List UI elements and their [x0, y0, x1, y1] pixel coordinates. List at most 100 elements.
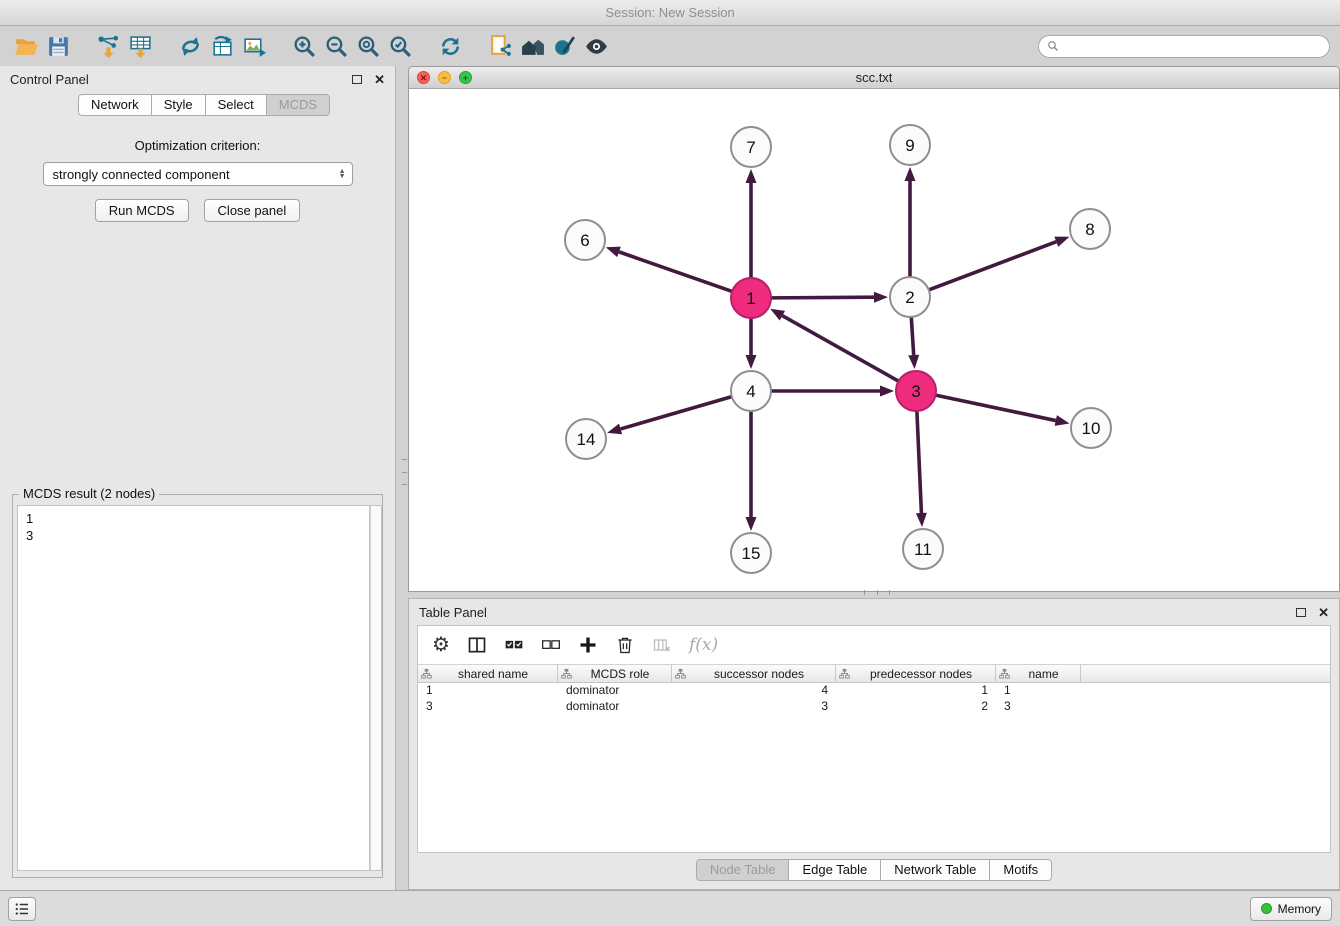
search-input[interactable]	[1064, 39, 1321, 53]
table-row[interactable]: 1dominator411	[418, 683, 1330, 699]
table-column-header[interactable]: predecessor nodes	[836, 665, 996, 682]
tab-edge-table[interactable]: Edge Table	[789, 859, 881, 881]
graph-edge-arrowhead	[908, 355, 919, 369]
show-hide-icon[interactable]	[580, 30, 612, 62]
delete-row-icon[interactable]	[615, 635, 635, 655]
network-window-titlebar[interactable]: ✕ − + scc.txt	[409, 67, 1339, 89]
graph-edge[interactable]	[929, 242, 1057, 290]
minimize-window-icon[interactable]: −	[438, 71, 451, 84]
search-field[interactable]	[1038, 35, 1330, 58]
import-table-icon[interactable]	[124, 30, 156, 62]
control-panel-tabs: Network Style Select MCDS	[78, 94, 395, 116]
split-column-icon[interactable]	[467, 635, 487, 655]
table-cell[interactable]: 2	[836, 699, 996, 715]
dropdown-selected-value: strongly connected component	[53, 167, 339, 182]
vertical-splitter[interactable]	[402, 459, 407, 485]
zoom-out-icon[interactable]	[320, 30, 352, 62]
table-cell[interactable]: 3	[672, 699, 836, 715]
close-window-icon[interactable]: ✕	[417, 71, 430, 84]
close-table-panel-icon[interactable]: ✕	[1318, 606, 1329, 619]
float-panel-icon[interactable]	[352, 75, 362, 84]
graph-edge[interactable]	[917, 411, 922, 513]
table-cell[interactable]: dominator	[558, 683, 672, 699]
delete-column-icon[interactable]	[652, 635, 672, 655]
table-row[interactable]: 3dominator323	[418, 699, 1330, 715]
refresh-layout-icon[interactable]	[434, 30, 466, 62]
table-column-header[interactable]: shared name	[418, 665, 558, 682]
zoom-selected-icon[interactable]	[384, 30, 416, 62]
zoom-fit-icon[interactable]	[352, 30, 384, 62]
memory-button[interactable]: Memory	[1250, 897, 1332, 921]
save-session-icon[interactable]	[42, 30, 74, 62]
graph-edge[interactable]	[621, 397, 732, 429]
graph-edge-arrowhead	[905, 167, 916, 181]
table-cell[interactable]: 3	[996, 699, 1081, 715]
graph-edge[interactable]	[782, 316, 898, 382]
tab-motifs[interactable]: Motifs	[990, 859, 1052, 881]
graph-edge-arrowhead	[880, 386, 894, 397]
table-column-header[interactable]: name	[996, 665, 1081, 682]
open-file-icon[interactable]	[10, 30, 42, 62]
maximize-window-icon[interactable]: +	[459, 71, 472, 84]
clone-network-icon[interactable]	[484, 30, 516, 62]
network-table-icon[interactable]	[206, 30, 238, 62]
select-all-icon[interactable]	[504, 635, 524, 655]
graph-edge-arrowhead	[606, 247, 621, 257]
graph-node-label: 7	[746, 138, 755, 157]
graph-node-label: 14	[577, 430, 596, 449]
sort-column-icon	[561, 668, 572, 679]
table-cell[interactable]: 1	[996, 683, 1081, 699]
result-scrollbar[interactable]	[370, 505, 382, 871]
close-panel-icon[interactable]: ✕	[374, 73, 385, 86]
network-graph[interactable]: 7968124314101511	[409, 89, 1339, 591]
tab-style[interactable]: Style	[152, 94, 206, 116]
zoom-in-icon[interactable]	[288, 30, 320, 62]
graph-edge[interactable]	[619, 252, 732, 292]
graph-edge-arrowhead	[770, 309, 785, 321]
table-cell[interactable]: 4	[672, 683, 836, 699]
table-column-header[interactable]: MCDS role	[558, 665, 672, 682]
task-history-button[interactable]	[8, 897, 36, 921]
graph-node-label: 1	[746, 289, 755, 308]
table-cell[interactable]: dominator	[558, 699, 672, 715]
optimization-criterion-label: Optimization criterion:	[0, 138, 395, 153]
table-panel-title: Table Panel	[419, 605, 487, 620]
home-layout-icon[interactable]	[516, 30, 548, 62]
close-panel-button[interactable]: Close panel	[204, 199, 301, 222]
network-arrows-icon[interactable]	[174, 30, 206, 62]
run-mcds-button[interactable]: Run MCDS	[95, 199, 189, 222]
export-image-icon[interactable]	[238, 30, 270, 62]
mcds-result-line: 3	[26, 527, 361, 544]
table-settings-icon[interactable]: ⚙	[432, 635, 450, 655]
graph-edge[interactable]	[936, 395, 1056, 420]
control-panel-title: Control Panel	[10, 72, 89, 87]
float-table-panel-icon[interactable]	[1296, 608, 1306, 617]
graph-edge[interactable]	[911, 317, 913, 355]
table-tabs: Node Table Edge Table Network Table Moti…	[409, 859, 1339, 881]
main-toolbar	[0, 26, 1340, 66]
table-cell[interactable]: 3	[418, 699, 558, 715]
graph-edge[interactable]	[771, 297, 874, 298]
tab-network[interactable]: Network	[78, 94, 152, 116]
deselect-all-icon[interactable]	[541, 635, 561, 655]
horizontal-splitter[interactable]	[864, 590, 890, 595]
apply-style-icon[interactable]	[548, 30, 580, 62]
table-cell[interactable]: 1	[836, 683, 996, 699]
graph-edge-arrowhead	[874, 292, 888, 303]
table-cell[interactable]: 1	[418, 683, 558, 699]
sort-column-icon	[675, 668, 686, 679]
network-window-title: scc.txt	[856, 70, 893, 85]
tab-network-table[interactable]: Network Table	[881, 859, 990, 881]
function-builder-icon[interactable]: f(x)	[689, 635, 718, 655]
window-titlebar: Session: New Session	[0, 0, 1340, 26]
import-network-icon[interactable]	[92, 30, 124, 62]
tab-select[interactable]: Select	[206, 94, 267, 116]
table-column-header[interactable]: successor nodes	[672, 665, 836, 682]
graph-edge-arrowhead	[1054, 237, 1069, 247]
tab-mcds[interactable]: MCDS	[267, 94, 330, 116]
graph-node-label: 4	[746, 382, 755, 401]
add-row-icon[interactable]	[578, 635, 598, 655]
tab-node-table[interactable]: Node Table	[696, 859, 790, 881]
optimization-criterion-select[interactable]: strongly connected component ▲▼	[43, 162, 353, 186]
network-canvas[interactable]: 7968124314101511	[409, 89, 1339, 591]
